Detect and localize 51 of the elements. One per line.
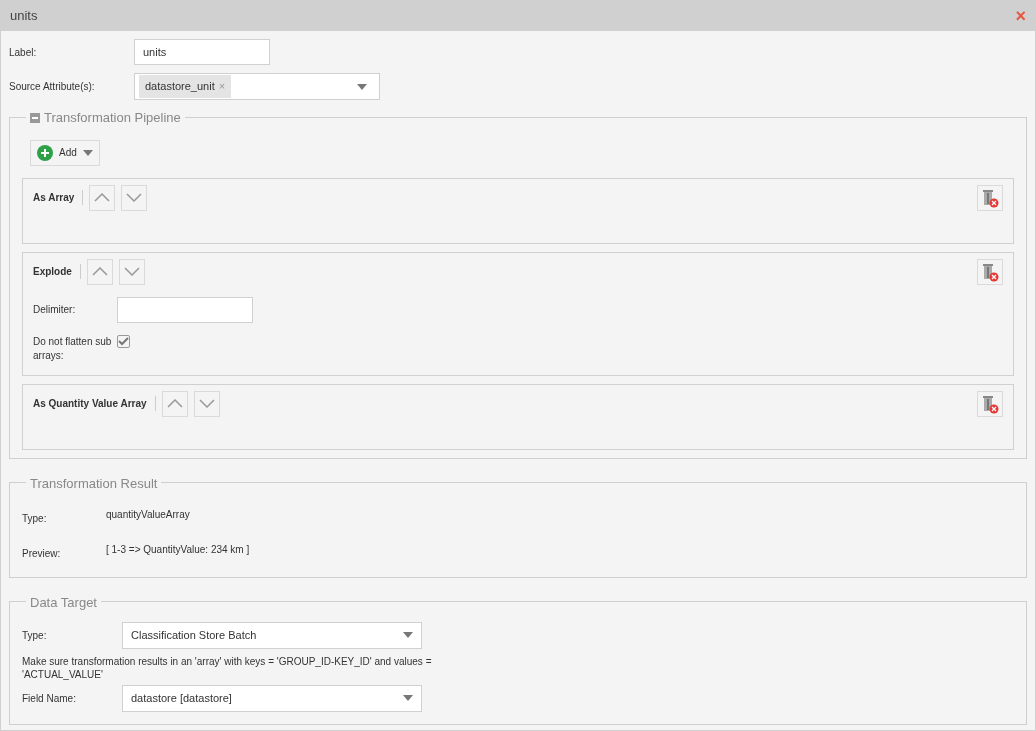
step-title: Explode — [33, 264, 81, 279]
tag-label: datastore_unit — [145, 79, 215, 95]
field-label: Label: — [9, 45, 38, 60]
check-icon — [118, 336, 129, 346]
hint-text: Make sure transformation results in an 'array' with keys = 'GROUP_ID-KEY_ID' and values = 'ACTUAL_VALUE' — [22, 654, 433, 681]
field-label: Source Attribute(s): — [9, 80, 96, 94]
field-label: Field Name: — [22, 691, 77, 706]
trash-delete-icon — [981, 261, 999, 282]
section-title: Transformation Pipeline — [44, 109, 181, 127]
dropdown-field[interactable]: datastore [datastore] — [122, 684, 422, 712]
move-up-button[interactable] — [89, 184, 116, 211]
chevron-down-icon — [126, 193, 143, 202]
chevron-up-icon — [94, 193, 111, 202]
chevron-up-icon — [166, 399, 183, 408]
move-down-button[interactable] — [193, 390, 220, 417]
field-value: quantityValueArray — [106, 507, 190, 522]
chevron-down-icon — [123, 267, 140, 276]
caret-icon — [403, 632, 413, 638]
dropdown-field[interactable]: Classification Store Batch — [122, 621, 422, 649]
caret-icon — [357, 83, 367, 90]
caret-icon — [82, 149, 93, 156]
step-title: As Quantity Value Array — [33, 396, 156, 411]
move-up-button[interactable] — [161, 390, 188, 417]
collapse-icon[interactable] — [30, 112, 40, 123]
checkbox[interactable] — [117, 334, 130, 348]
move-down-button[interactable] — [118, 258, 145, 285]
move-up-button[interactable] — [86, 258, 113, 285]
delete-button[interactable] — [977, 258, 1003, 285]
section-title: Transformation Result — [30, 475, 158, 491]
window-title: units — [10, 6, 38, 25]
field-label: Type: — [22, 628, 48, 643]
label-input[interactable]: units — [134, 39, 270, 65]
field-label: Delimiter: — [33, 303, 77, 317]
field-value: [ 1-3 => QuantityValue: 234 km ] — [106, 542, 250, 557]
tag-select-field[interactable]: datastore_unit × — [134, 73, 380, 100]
plus-circle-icon — [37, 144, 53, 161]
field-label: Preview: — [22, 546, 62, 561]
chevron-up-icon — [91, 267, 108, 276]
field-label: Type: — [22, 511, 48, 526]
move-down-button[interactable] — [121, 184, 148, 211]
delete-button[interactable] — [977, 184, 1003, 211]
caret-icon — [403, 695, 413, 701]
section-title: Data Target — [30, 594, 97, 610]
delete-button[interactable] — [977, 390, 1003, 417]
step-title: As Array — [33, 190, 84, 205]
trash-delete-icon — [981, 393, 999, 414]
add-button[interactable]: Add — [30, 139, 100, 166]
trash-delete-icon — [981, 187, 999, 208]
delimiter-input[interactable] — [117, 296, 253, 323]
chevron-down-icon — [198, 399, 215, 408]
field-label: Do not flatten sub arrays: — [33, 334, 113, 363]
